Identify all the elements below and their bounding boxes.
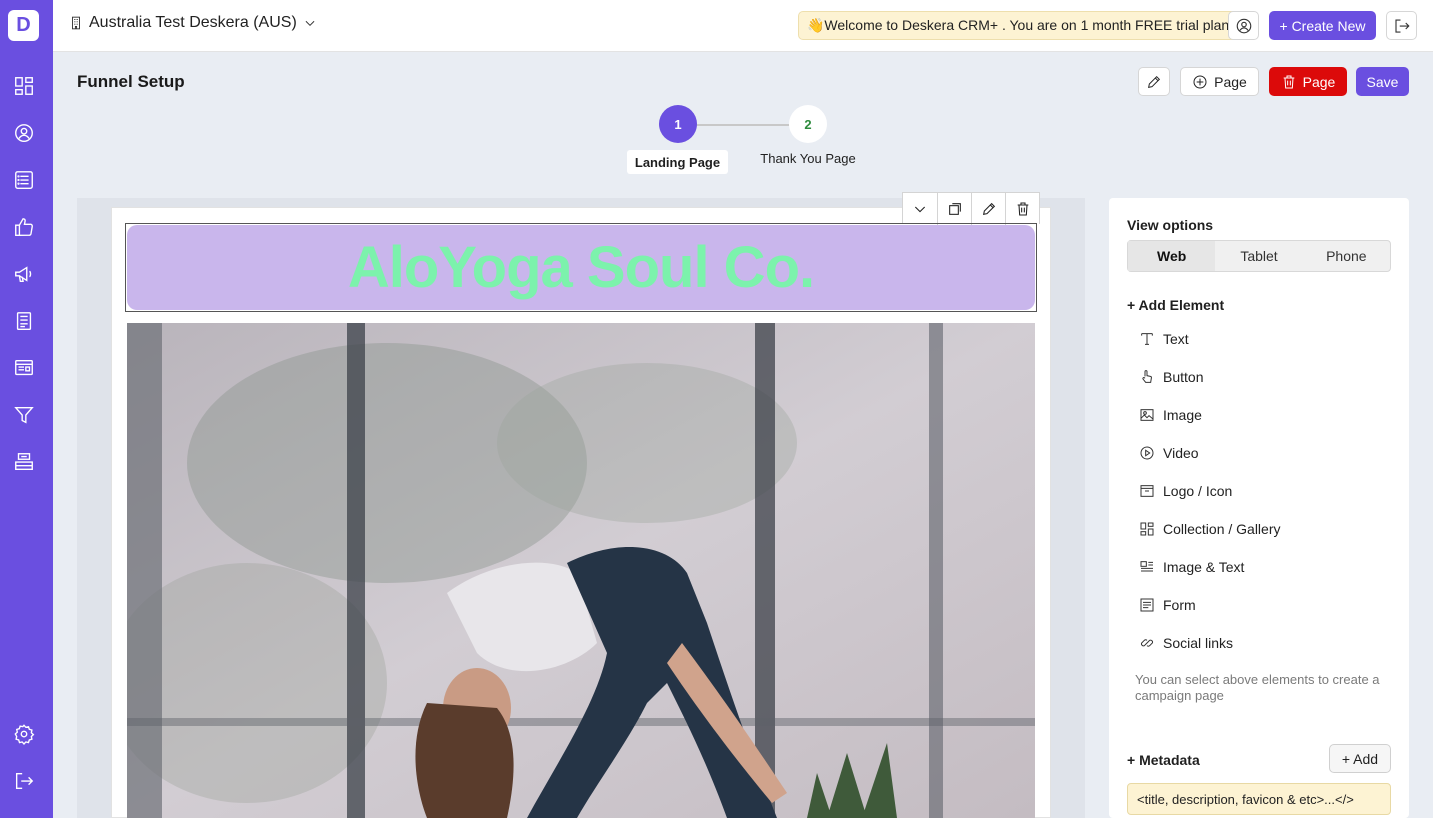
step-2-circle[interactable]: 2: [789, 105, 827, 143]
page-title: Funnel Setup: [77, 72, 185, 91]
top-bar: Australia Test Deskera (AUS) 👋Welcome to…: [53, 0, 1433, 52]
chevron-down-icon: [914, 206, 926, 213]
logo-letter: D: [16, 14, 31, 36]
megaphone-icon[interactable]: [12, 262, 35, 285]
add-element-title: + Add Element: [1127, 297, 1225, 313]
brand-title[interactable]: AloYoga Soul Co.: [348, 234, 815, 301]
properties-panel: View options Web Tablet Phone + Add Elem…: [1109, 198, 1409, 818]
logout-icon[interactable]: [12, 769, 35, 792]
delete-element-button[interactable]: [1005, 193, 1039, 225]
image-text-icon: [1140, 561, 1153, 572]
gallery-icon: [1140, 522, 1154, 536]
form-icon: [1140, 598, 1154, 612]
org-selector[interactable]: Australia Test Deskera (AUS): [69, 14, 317, 32]
yoga-photo-image: [127, 323, 1035, 818]
trial-banner: 👋Welcome to Deskera CRM+ . You are on 1 …: [798, 11, 1243, 40]
view-switcher: Web Tablet Phone: [1127, 240, 1391, 272]
element-label: Social links: [1163, 635, 1234, 651]
add-video-element[interactable]: Video: [1139, 441, 1199, 465]
pencil-icon: [982, 202, 995, 216]
add-page-label: Page: [1214, 73, 1247, 90]
app-logo[interactable]: D: [8, 10, 39, 41]
step-connector: [697, 124, 790, 126]
step-1-circle[interactable]: 1: [659, 105, 697, 143]
logo-icon: [1140, 485, 1154, 497]
add-metadata-button[interactable]: + Add: [1329, 744, 1391, 773]
org-name: Australia Test Deskera (AUS): [89, 14, 297, 31]
element-label: Button: [1163, 369, 1204, 385]
trash-icon: [1017, 202, 1028, 216]
pencil-icon: [1148, 75, 1161, 88]
copy-icon: [948, 203, 961, 215]
edit-funnel-button[interactable]: [1138, 67, 1170, 96]
brand-header-bg: AloYoga Soul Co.: [127, 225, 1035, 310]
list-icon[interactable]: [12, 168, 35, 191]
add-social-links-element[interactable]: Social links: [1139, 631, 1233, 655]
exit-button[interactable]: [1386, 11, 1417, 40]
delete-page-button[interactable]: Page: [1269, 67, 1347, 96]
view-tablet[interactable]: Tablet: [1215, 241, 1302, 271]
view-options-title: View options: [1127, 217, 1214, 233]
profile-button[interactable]: [1228, 11, 1259, 40]
add-logo-element[interactable]: Logo / Icon: [1139, 479, 1232, 503]
element-label: Logo / Icon: [1163, 483, 1233, 499]
add-image-element[interactable]: Image: [1139, 403, 1202, 427]
chevron-down-icon: [305, 20, 315, 26]
contact-icon[interactable]: [12, 121, 35, 144]
building-icon: [72, 16, 80, 30]
delete-page-label: Page: [1302, 73, 1336, 90]
element-label: Text: [1163, 331, 1189, 347]
add-gallery-element[interactable]: Collection / Gallery: [1139, 517, 1281, 541]
funnel-icon[interactable]: [12, 403, 35, 426]
gear-icon[interactable]: [12, 722, 35, 745]
add-text-element[interactable]: Text: [1139, 327, 1189, 351]
view-phone[interactable]: Phone: [1303, 241, 1390, 271]
element-label: Video: [1163, 445, 1199, 461]
dashboard-icon[interactable]: [12, 74, 35, 97]
metadata-title: + Metadata: [1127, 752, 1200, 768]
thumbs-up-icon[interactable]: [12, 215, 35, 238]
trash-icon: [1283, 75, 1294, 88]
element-toolbar: [902, 192, 1040, 225]
add-image-text-element[interactable]: Image & Text: [1139, 555, 1244, 579]
element-label: Collection / Gallery: [1163, 521, 1281, 537]
form-icon[interactable]: [12, 309, 35, 332]
link-icon: [1140, 639, 1154, 647]
hero-image[interactable]: [127, 323, 1035, 818]
text-icon: [1141, 333, 1153, 345]
element-hint: You can select above elements to create …: [1135, 672, 1380, 703]
metadata-field[interactable]: <title, description, favicon & etc>...</…: [1127, 783, 1391, 815]
user-circle-icon: [1236, 18, 1251, 33]
element-label: Image: [1163, 407, 1202, 423]
create-new-button[interactable]: + Create New: [1269, 11, 1376, 40]
duplicate-button[interactable]: [937, 193, 971, 225]
pointer-icon: [1142, 370, 1152, 383]
play-icon: [1140, 446, 1154, 460]
element-label: Image & Text: [1163, 559, 1245, 575]
edit-element-button[interactable]: [971, 193, 1005, 225]
step-2-label[interactable]: Thank You Page: [759, 151, 857, 166]
plus-circle-icon: [1193, 75, 1207, 88]
step-1-label[interactable]: Landing Page: [627, 150, 728, 174]
view-web[interactable]: Web: [1128, 241, 1216, 271]
store-icon[interactable]: [12, 450, 35, 473]
save-button[interactable]: Save: [1356, 67, 1409, 96]
add-form-element[interactable]: Form: [1139, 593, 1196, 617]
add-button-element[interactable]: Button: [1139, 365, 1203, 389]
sidebar: D: [0, 0, 53, 818]
image-icon: [1140, 409, 1154, 421]
brand-header-block[interactable]: AloYoga Soul Co.: [125, 223, 1037, 312]
add-page-button[interactable]: Page: [1180, 67, 1259, 96]
element-label: Form: [1163, 597, 1196, 613]
page-icon[interactable]: [12, 356, 35, 379]
collapse-button[interactable]: [903, 193, 937, 225]
exit-icon: [1394, 18, 1410, 33]
